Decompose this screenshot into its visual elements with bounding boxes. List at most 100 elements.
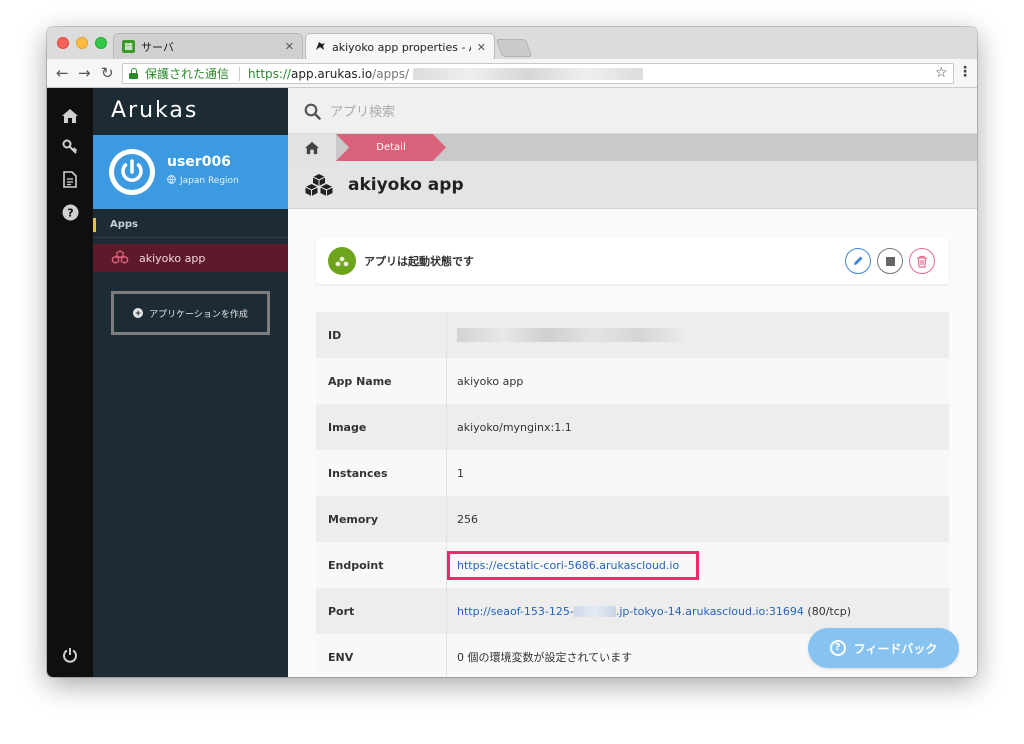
tab-title: akiyoko app properties - Aruk [332,40,471,54]
region-text: Japan Region [180,176,239,186]
address-bar: ← → ↻ 保護された通信 https:// app.arukas.io /ap… [47,59,977,88]
avatar [109,149,155,195]
bird-icon [314,40,326,55]
create-application-label: アプリケーションを作成 [149,308,248,319]
prop-key: Instances [316,450,447,496]
prop-key: Memory [316,496,447,542]
delete-button[interactable] [909,248,935,274]
breadcrumb-detail[interactable]: Detail [336,134,446,161]
cubes-icon [111,249,129,267]
table-row: Instances 1 [316,450,949,496]
globe-icon [167,175,176,187]
redacted-id [457,328,685,342]
properties-table: ID App Name akiyoko app Image akiyoko/my… [316,312,949,677]
user-card[interactable]: user006 Japan Region [93,135,288,209]
prop-key: ENV [316,634,447,677]
stop-button[interactable] [877,248,903,274]
port-protocol: (80/tcp) [803,604,852,618]
divider [239,66,241,81]
zoom-window-button[interactable] [95,37,107,49]
edit-button[interactable] [845,248,871,274]
port-link[interactable]: http://seaof-153-125- .jp-tokyo-14.arukas… [457,605,804,618]
redacted-url [413,67,644,80]
question-icon: ? [829,640,846,656]
tab-arukas[interactable]: akiyoko app properties - Aruk ✕ [305,33,495,60]
page-title: akiyoko app [348,175,464,195]
app-detail-panel: アプリは起動状態です ID App Name akiyoko app Image… [288,209,977,677]
reload-icon[interactable]: ↻ [101,64,114,82]
arukas-logo[interactable]: Arukas [111,98,198,123]
table-row: App Name akiyoko app [316,358,949,404]
create-application-button[interactable]: + アプリケーションを作成 [111,291,270,335]
svg-text:?: ? [67,206,73,219]
url-path: /apps/ [372,66,410,81]
home-icon [305,141,319,154]
sidebar-item-akiyoko-app[interactable]: akiyoko app [93,244,288,272]
help-icon[interactable]: ? [59,201,81,223]
section-title: Apps [110,219,139,230]
section-marker [93,218,96,232]
close-icon[interactable]: ✕ [285,40,294,53]
icon-rail: ? [47,88,93,677]
page-header: akiyoko app [288,161,977,209]
document-icon[interactable] [59,168,81,190]
feedback-label: フィードバック [853,641,938,656]
trash-icon [917,255,927,268]
close-icon[interactable]: ✕ [477,41,486,54]
cubes-icon [303,173,335,200]
prop-key: Endpoint [316,542,447,588]
sidebar-item-label: akiyoko app [139,251,206,265]
stop-icon [885,256,895,266]
power-icon[interactable] [59,644,81,666]
table-row: Endpoint https://ecstatic-cori-5686.aruk… [316,542,949,588]
app-search-bar [288,88,977,134]
endpoint-link[interactable]: https://ecstatic-cori-5686.arukascloud.i… [457,559,679,572]
sheet-icon: ▦ [122,40,135,53]
pencil-icon [854,256,863,265]
tab-sheets[interactable]: ▦ サーバ ✕ [113,33,303,59]
user-name: user006 [167,154,231,170]
menu-kebab-icon[interactable]: ⋮ [958,64,972,80]
prop-key: App Name [316,358,447,404]
main-panel: Detail akiyoko app アプリは起動状態です [288,88,977,677]
apps-section-label: Apps [93,214,288,238]
prop-value: https://ecstatic-cori-5686.arukascloud.i… [447,542,950,588]
url-field[interactable]: 保護された通信 https:// app.arukas.io /apps/ [122,63,954,84]
redacted-host [573,606,616,617]
prop-value: akiyoko app [457,374,524,388]
forward-arrow-icon[interactable]: → [78,64,91,82]
page-content: ? Arukas user006 Japan Region Apps akiyo… [47,88,977,677]
prop-key: Image [316,404,447,450]
endpoint-highlight: https://ecstatic-cori-5686.arukascloud.i… [447,550,700,580]
breadcrumb-home[interactable] [288,134,336,161]
close-window-button[interactable] [57,37,69,49]
breadcrumb: Detail [288,134,977,161]
url-host: app.arukas.io [291,66,373,81]
bookmark-star-icon[interactable]: ☆ [935,65,948,81]
feedback-button[interactable]: ? フィードバック [808,628,959,668]
tab-title: サーバ [141,40,174,54]
tab-strip: ▦ サーバ ✕ akiyoko app properties - Aruk ✕ [47,27,977,60]
port-url-prefix: http://seaof-153-125- [457,604,574,618]
app-search-input[interactable] [328,101,632,123]
prop-value-id [447,312,950,358]
table-row: ID [316,312,949,358]
region-label: Japan Region [167,175,239,187]
prop-value: 1 [457,466,464,480]
browser-window: ▦ サーバ ✕ akiyoko app properties - Aruk ✕ … [47,27,977,677]
prop-value: 256 [457,512,478,526]
minimize-window-button[interactable] [76,37,88,49]
home-icon[interactable] [59,105,81,127]
table-row: Memory 256 [316,496,949,542]
back-arrow-icon[interactable]: ← [56,64,69,82]
sidebar: Arukas user006 Japan Region Apps akiyoko… [93,88,288,677]
running-status-icon [328,247,356,275]
app-status-bar: アプリは起動状態です [316,238,949,284]
key-icon[interactable] [59,136,81,158]
plus-circle-icon: + [133,308,144,318]
port-url-suffix: .jp-tokyo-14.arukascloud.io:31694 [615,604,804,618]
status-text: アプリは起動状態です [364,255,474,268]
new-tab-button[interactable] [495,39,533,57]
prop-key: ID [316,312,447,358]
table-row: Image akiyoko/mynginx:1.1 [316,404,949,450]
